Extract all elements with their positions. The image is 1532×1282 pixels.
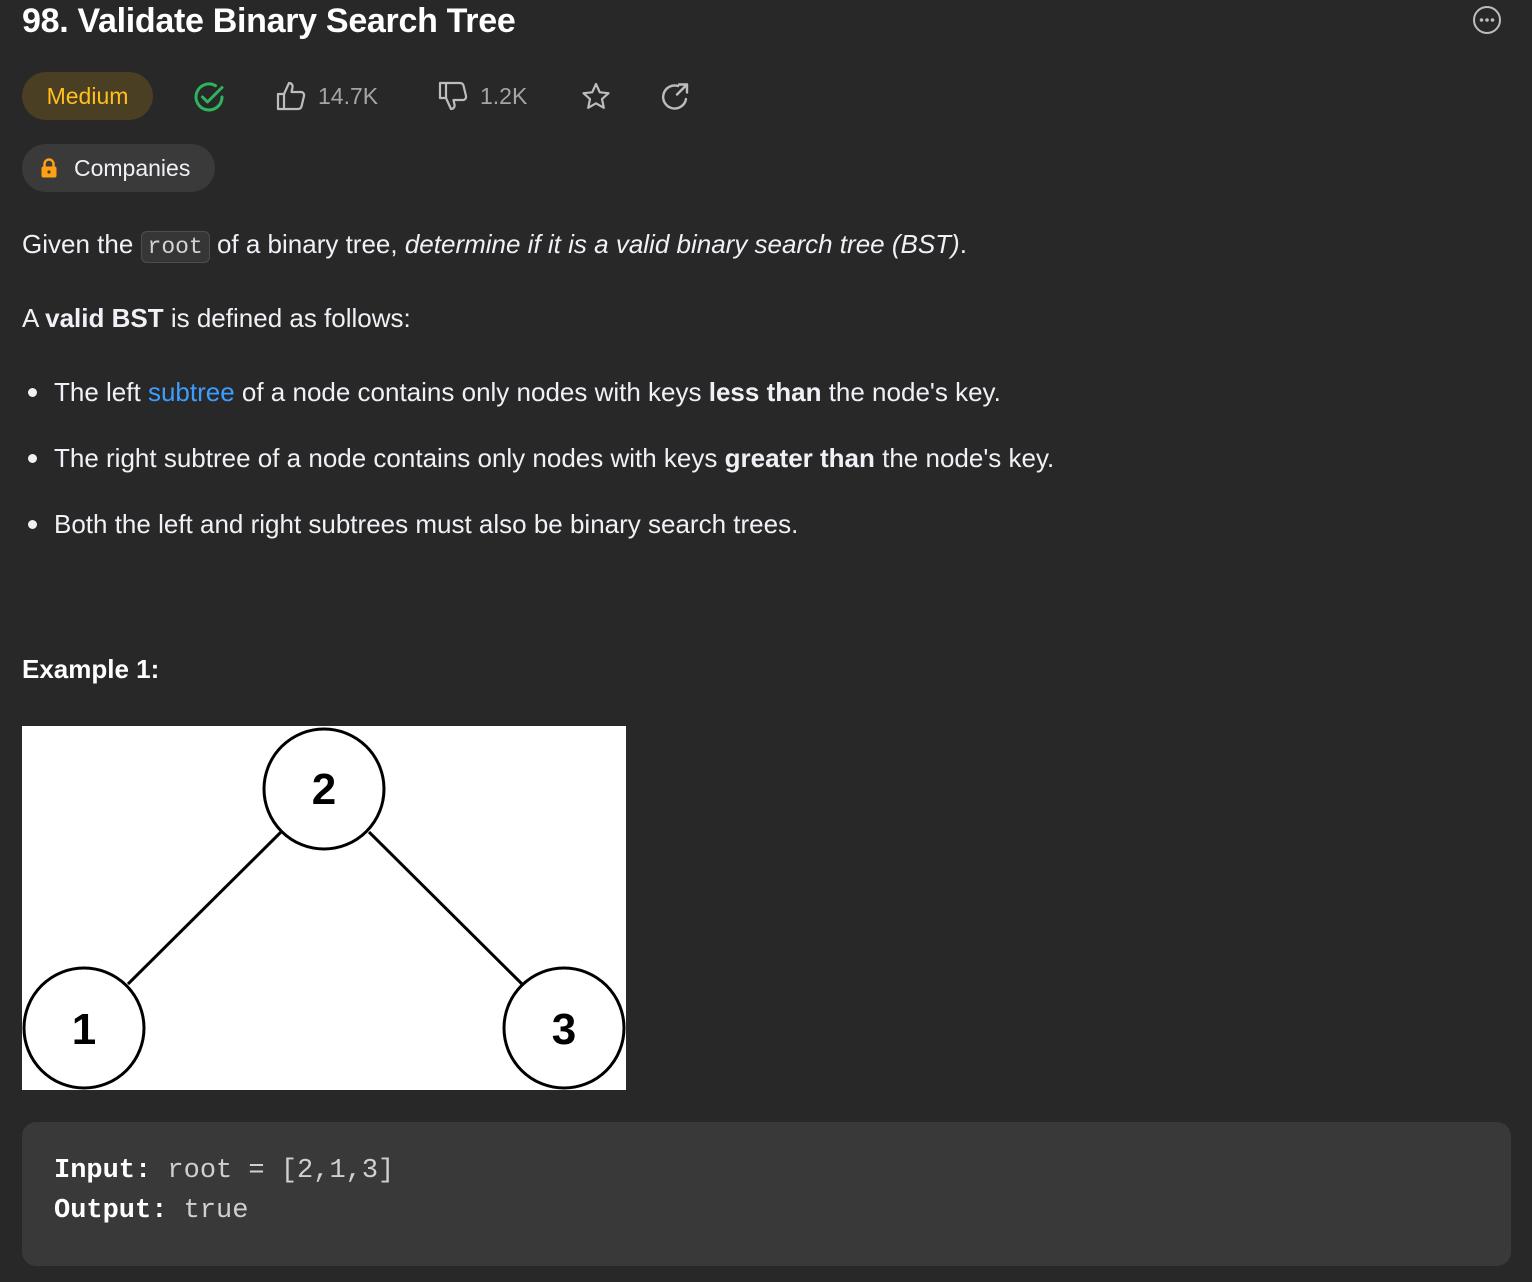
bst-definition: A valid BST is defined as follows: bbox=[22, 300, 411, 336]
lock-icon bbox=[41, 158, 57, 178]
star-icon[interactable] bbox=[579, 80, 613, 114]
tree-edge bbox=[126, 830, 283, 986]
rule-text: The right subtree of a node contains onl… bbox=[54, 443, 725, 473]
list-item: The right subtree of a node contains onl… bbox=[22, 440, 1054, 506]
dislike-count: 1.2K bbox=[480, 82, 528, 109]
intro-text: Given the bbox=[22, 229, 141, 259]
output-value: true bbox=[183, 1196, 249, 1226]
companies-label: Companies bbox=[74, 154, 191, 181]
bst-rules-list: The left subtree of a node contains only… bbox=[22, 374, 1054, 572]
example-tree-image: 2 1 3 bbox=[22, 726, 626, 1090]
thumbs-down-icon bbox=[438, 81, 468, 111]
check-circle-icon bbox=[194, 82, 224, 112]
example-input-line: Input: root = [2,1,3] bbox=[54, 1156, 394, 1186]
tree-node-label: 2 bbox=[312, 765, 336, 814]
bullet-dot bbox=[28, 388, 37, 397]
rule-text: The left bbox=[54, 377, 148, 407]
share-icon[interactable] bbox=[658, 80, 692, 114]
list-item: Both the left and right subtrees must al… bbox=[22, 506, 1054, 572]
problem-description-panel: 98. Validate Binary Search Tree Medium 1… bbox=[0, 0, 1532, 1282]
tree-edge bbox=[367, 830, 524, 986]
like-button[interactable]: 14.7K bbox=[274, 79, 378, 113]
definition-text: is defined as follows: bbox=[163, 303, 411, 333]
rule-bold: greater than bbox=[724, 443, 875, 473]
input-label: Input: bbox=[54, 1156, 152, 1186]
dislike-button[interactable]: 1.2K bbox=[436, 79, 527, 113]
list-item: The left subtree of a node contains only… bbox=[22, 374, 1054, 440]
example-io-block: Input: root = [2,1,3] Output: true bbox=[22, 1122, 1511, 1266]
tree-node-label: 3 bbox=[552, 1005, 576, 1054]
subtree-link[interactable]: subtree bbox=[148, 377, 235, 407]
companies-button[interactable]: Companies bbox=[22, 144, 215, 192]
intro-text: . bbox=[959, 229, 967, 259]
like-count: 14.7K bbox=[318, 82, 379, 109]
example-heading: Example 1: bbox=[22, 654, 160, 684]
bullet-dot bbox=[28, 454, 37, 463]
tree-node-label: 1 bbox=[72, 1005, 96, 1054]
intro-emphasis: determine if it is a valid binary search… bbox=[404, 229, 960, 259]
rule-text: the node's key. bbox=[821, 377, 1001, 407]
rule-bold: less than bbox=[708, 377, 822, 407]
rule-text: of a node contains only nodes with keys bbox=[234, 377, 709, 407]
example-output-line: Output: true bbox=[54, 1196, 248, 1226]
problem-meta-row: Medium 14.7K 1.2K bbox=[22, 72, 742, 120]
definition-bold: valid BST bbox=[45, 303, 164, 333]
description-intro: Given the root of a binary tree, determi… bbox=[22, 226, 967, 265]
intro-text: of a binary tree, bbox=[209, 229, 405, 259]
inline-code-root: root bbox=[140, 231, 210, 263]
rule-text: the node's key. bbox=[874, 443, 1055, 473]
input-value: root = [2,1,3] bbox=[167, 1156, 395, 1186]
difficulty-badge: Medium bbox=[22, 72, 153, 120]
more-options-icon[interactable] bbox=[1472, 5, 1502, 35]
thumbs-up-icon bbox=[276, 81, 306, 111]
definition-text: A bbox=[22, 303, 46, 333]
output-label: Output: bbox=[54, 1196, 168, 1226]
rule-text: Both the left and right subtrees must al… bbox=[54, 509, 799, 539]
bullet-dot bbox=[28, 520, 37, 529]
problem-title: 98. Validate Binary Search Tree bbox=[22, 2, 516, 40]
